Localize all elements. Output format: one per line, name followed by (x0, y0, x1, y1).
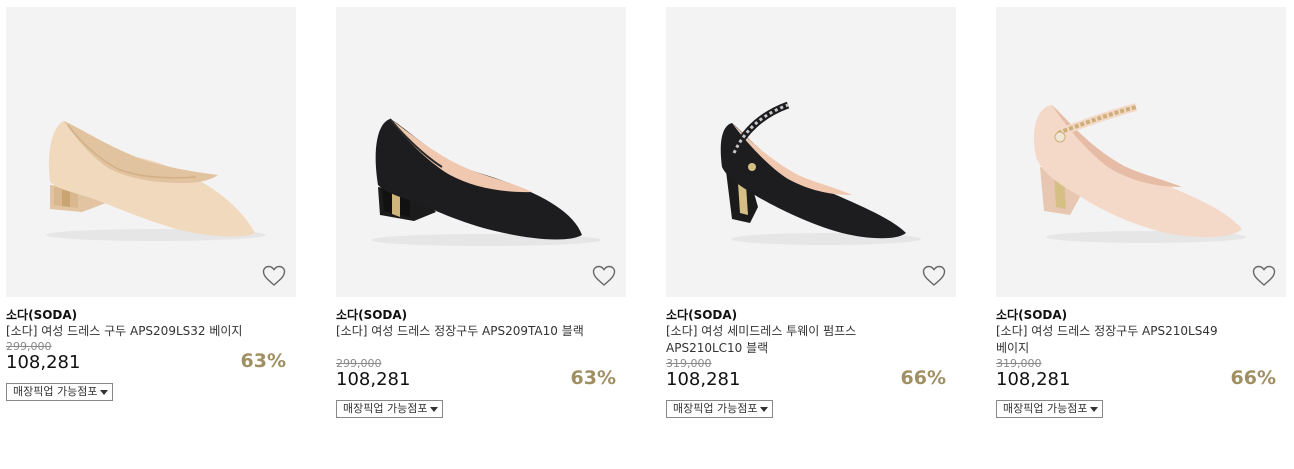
product-image[interactable] (336, 7, 626, 297)
sale-price: 108,281 (666, 369, 741, 390)
price-row: 108,281 66% (666, 367, 956, 394)
product-name[interactable]: [소다] 여성 드레스 구두 APS209LS32 베이지 (6, 323, 256, 340)
product-card[interactable]: 소다(SODA) [소다] 여성 드레스 정장구두 APS209TA10 블랙 … (336, 7, 626, 418)
caret-down-icon (1090, 406, 1099, 412)
product-name[interactable]: [소다] 여성 드레스 정장구두 APS210LS49 베이지 (996, 323, 1246, 357)
heart-outline-icon[interactable] (922, 265, 946, 287)
store-pickup-dropdown[interactable]: 매장픽업 가능점포 (336, 400, 444, 418)
caret-down-icon (760, 406, 769, 412)
price-row: 108,281 63% (6, 350, 296, 377)
sale-price: 108,281 (336, 369, 411, 390)
product-image[interactable] (666, 7, 956, 297)
caret-down-icon (430, 406, 439, 412)
beige-pump-shoe-image (46, 121, 266, 241)
brand-name[interactable]: 소다(SODA) (666, 307, 956, 323)
store-pickup-label: 매장픽업 가능점포 (1003, 402, 1088, 415)
heart-outline-icon[interactable] (1252, 265, 1276, 287)
black-pump-shoe-image (371, 118, 601, 246)
heart-outline-icon[interactable] (262, 265, 286, 287)
brand-name[interactable]: 소다(SODA) (336, 307, 626, 323)
brand-name[interactable]: 소다(SODA) (6, 307, 296, 323)
sale-price: 108,281 (6, 352, 81, 373)
brand-name[interactable]: 소다(SODA) (996, 307, 1286, 323)
price-row: 108,281 63% (336, 367, 626, 394)
product-card[interactable]: 소다(SODA) [소다] 여성 드레스 구두 APS209LS32 베이지 2… (6, 7, 296, 401)
product-name[interactable]: [소다] 여성 세미드레스 투웨이 펌프스 APS210LC10 블랙 (666, 323, 916, 357)
store-pickup-label: 매장픽업 가능점포 (343, 402, 428, 415)
product-name[interactable]: [소다] 여성 드레스 정장구두 APS209TA10 블랙 (336, 323, 586, 357)
product-image[interactable] (6, 7, 296, 297)
beige-strap-pump-shoe-image (1033, 103, 1246, 243)
store-pickup-dropdown[interactable]: 매장픽업 가능점포 (666, 400, 774, 418)
product-card[interactable]: 소다(SODA) [소다] 여성 드레스 정장구두 APS210LS49 베이지… (996, 7, 1286, 418)
store-pickup-dropdown[interactable]: 매장픽업 가능점포 (996, 400, 1104, 418)
product-image[interactable] (996, 7, 1286, 297)
sale-price: 108,281 (996, 369, 1071, 390)
discount-rate: 63% (240, 350, 286, 372)
product-card[interactable]: 소다(SODA) [소다] 여성 세미드레스 투웨이 펌프스 APS210LC1… (666, 7, 956, 418)
caret-down-icon (100, 389, 109, 395)
discount-rate: 63% (570, 367, 616, 389)
black-strap-pump-shoe-image (720, 101, 921, 245)
store-pickup-label: 매장픽업 가능점포 (13, 385, 98, 398)
discount-rate: 66% (1230, 367, 1276, 389)
heart-outline-icon[interactable] (592, 265, 616, 287)
store-pickup-label: 매장픽업 가능점포 (673, 402, 758, 415)
price-row: 108,281 66% (996, 367, 1286, 394)
product-grid: 소다(SODA) [소다] 여성 드레스 구두 APS209LS32 베이지 2… (0, 0, 1294, 469)
store-pickup-dropdown[interactable]: 매장픽업 가능점포 (6, 383, 114, 401)
discount-rate: 66% (900, 367, 946, 389)
